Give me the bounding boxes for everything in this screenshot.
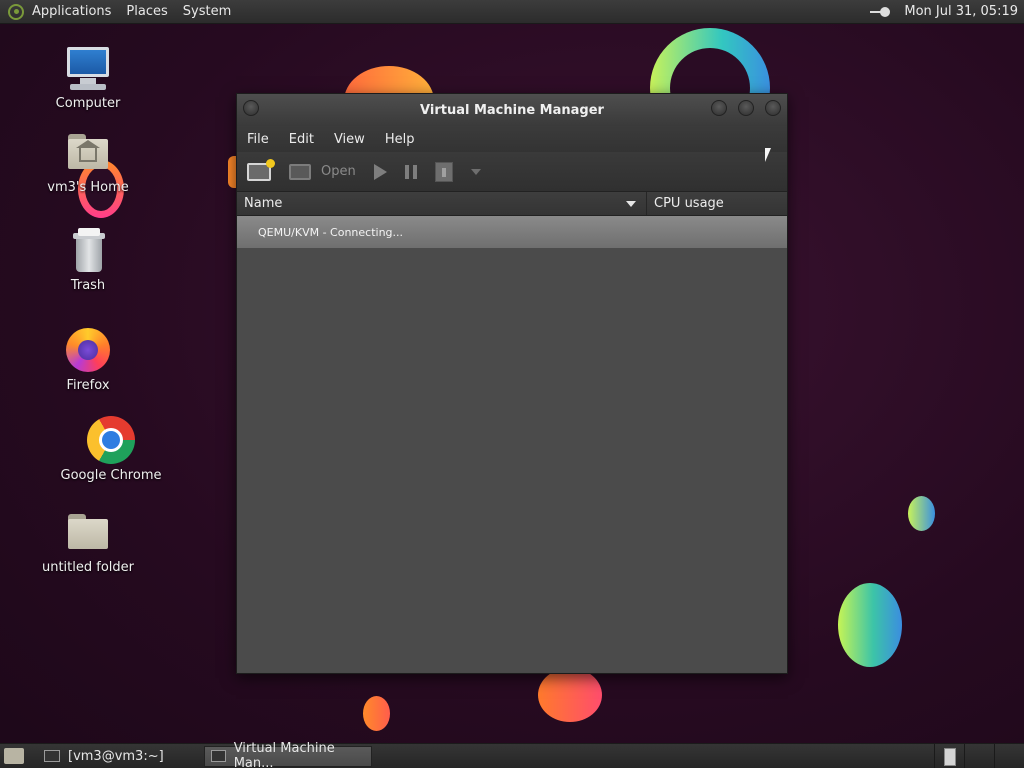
- desktop-icon-computer[interactable]: Computer: [48, 44, 128, 111]
- menu-applications[interactable]: Applications: [32, 4, 111, 19]
- menu-file[interactable]: File: [247, 132, 269, 147]
- column-header-label: CPU usage: [654, 196, 724, 211]
- chrome-icon: [87, 416, 135, 464]
- play-icon: [373, 163, 387, 180]
- workspace-3[interactable]: [994, 743, 1024, 768]
- monitor-icon: [289, 163, 311, 180]
- minimize-button[interactable]: [711, 100, 727, 116]
- terminal-icon: [44, 750, 60, 762]
- desktop-icon-label: vm3's Home: [47, 180, 129, 195]
- taskbar-item-vm-manager[interactable]: Virtual Machine Man...: [204, 741, 372, 768]
- trash-icon: [64, 226, 112, 274]
- desktop-icon-label: Google Chrome: [60, 468, 162, 483]
- column-header-cpu-usage[interactable]: CPU usage: [647, 192, 787, 215]
- close-button[interactable]: [765, 100, 781, 116]
- taskbar-item-label: [vm3@vm3:~]: [68, 748, 164, 764]
- top-panel: Applications Places System Mon Jul 31, 0…: [0, 0, 1024, 24]
- wallpaper-bubble: [838, 583, 902, 667]
- power-icon: [434, 161, 453, 182]
- workspace-switcher: [934, 743, 1024, 768]
- desktop-icon-trash[interactable]: Trash: [48, 226, 128, 293]
- workspace-2[interactable]: [964, 743, 994, 768]
- vm-list[interactable]: QEMU/KVM - Connecting...: [237, 216, 787, 672]
- new-vm-button[interactable]: [247, 158, 275, 184]
- workspace-1[interactable]: [934, 743, 964, 768]
- menu-places[interactable]: Places: [126, 4, 167, 19]
- mouse-cursor-icon: [765, 148, 771, 162]
- open-button-label: Open: [321, 164, 356, 179]
- firefox-icon: [64, 326, 112, 374]
- desktop-icon-home[interactable]: vm3's Home: [38, 128, 138, 195]
- bottom-taskbar: [vm3@vm3:~] Virtual Machine Man...: [0, 741, 1024, 768]
- window-titlebar[interactable]: Virtual Machine Manager: [237, 94, 787, 126]
- taskbar-item-terminal[interactable]: [vm3@vm3:~]: [38, 746, 198, 767]
- vm-manager-icon: [211, 750, 226, 762]
- wallpaper-bubble: [363, 696, 390, 731]
- vm-manager-window: Virtual Machine Manager File Edit View H…: [236, 93, 788, 674]
- connection-status-text: QEMU/KVM - Connecting...: [258, 225, 404, 239]
- shutdown-dropdown-button[interactable]: [470, 160, 481, 184]
- menu-edit[interactable]: Edit: [289, 132, 314, 147]
- menu-view[interactable]: View: [334, 132, 365, 147]
- computer-icon: [64, 44, 112, 92]
- window-menubar: File Edit View Help: [237, 126, 787, 152]
- panel-tray: Mon Jul 31, 05:19: [870, 4, 1018, 19]
- home-folder-icon: [64, 128, 112, 176]
- sort-down-icon: [626, 201, 636, 207]
- desktop-icon-label: Firefox: [66, 378, 110, 393]
- run-button[interactable]: [373, 160, 387, 184]
- new-vm-icon: [247, 158, 275, 181]
- desktop-icon-chrome[interactable]: Google Chrome: [52, 416, 170, 483]
- wallpaper-bubble: [538, 668, 602, 722]
- desktop-icon-label: untitled folder: [41, 560, 134, 575]
- desktop-icon-untitled-folder[interactable]: untitled folder: [38, 508, 138, 575]
- panel-clock[interactable]: Mon Jul 31, 05:19: [904, 4, 1018, 19]
- desktop-icon-firefox[interactable]: Firefox: [48, 326, 128, 393]
- menu-help[interactable]: Help: [385, 132, 415, 147]
- window-menu-button[interactable]: [243, 100, 259, 116]
- maximize-button[interactable]: [738, 100, 754, 116]
- desktop-icon-label: Computer: [55, 96, 121, 111]
- vm-list-row[interactable]: QEMU/KVM - Connecting...: [237, 216, 787, 248]
- folder-icon: [64, 508, 112, 556]
- keyring-icon[interactable]: [870, 5, 892, 19]
- menu-system[interactable]: System: [183, 4, 231, 19]
- pause-button[interactable]: [404, 160, 417, 184]
- chevron-down-icon: [470, 168, 481, 175]
- window-title: Virtual Machine Manager: [420, 102, 604, 118]
- pause-icon: [404, 164, 417, 179]
- vm-list-header: Name CPU usage: [237, 192, 787, 216]
- distro-logo-icon[interactable]: [8, 3, 24, 20]
- wallpaper-bubble: [908, 496, 935, 531]
- open-button[interactable]: Open: [289, 160, 356, 184]
- shutdown-button[interactable]: [434, 160, 453, 184]
- column-header-name[interactable]: Name: [237, 192, 647, 215]
- desktop-icon-label: Trash: [70, 278, 106, 293]
- show-desktop-icon[interactable]: [4, 748, 24, 764]
- taskbar-item-label: Virtual Machine Man...: [233, 741, 335, 768]
- window-toolbar: Open: [237, 152, 787, 192]
- column-header-label: Name: [244, 196, 283, 211]
